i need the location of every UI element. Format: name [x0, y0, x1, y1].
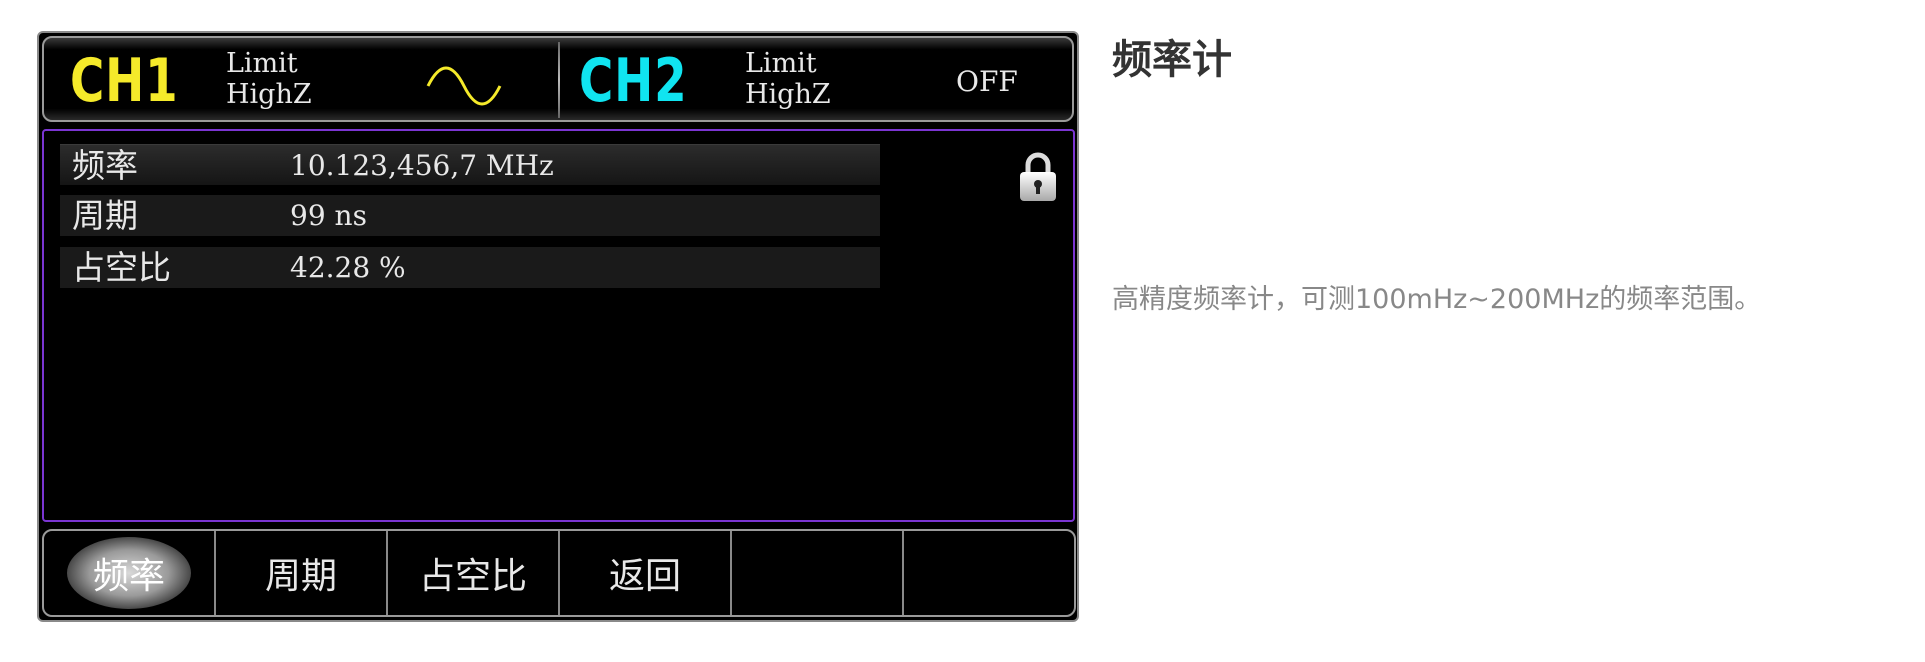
ch2-output-state: OFF — [956, 65, 1018, 98]
measurement-label: 周期 — [72, 196, 138, 235]
feature-title: 频率计 — [1112, 37, 1232, 83]
measurement-row-frequency[interactable]: 频率 10.123,456,7 MHz — [60, 144, 880, 185]
softkey-duty-cycle[interactable]: 占空比 — [388, 531, 560, 615]
ch1-limit: Limit — [226, 48, 298, 79]
measurement-value: 42.28 % — [290, 251, 406, 284]
softkey-label: 返回 — [608, 556, 681, 597]
feature-description: 高精度频率计，可测100mHz~200MHz的频率范围。 — [1112, 284, 1762, 315]
counter-panel: 频率 10.123,456,7 MHz 周期 99 ns 占空比 42.28 % — [42, 129, 1075, 522]
ch2-impedance: HighZ — [745, 79, 831, 110]
ch1-label[interactable]: CH1 — [70, 48, 178, 114]
ch2-label[interactable]: CH2 — [579, 48, 687, 114]
softkey-label: 周期 — [264, 556, 337, 597]
ch1-info: Limit HighZ — [226, 48, 312, 110]
softkey-empty-5[interactable] — [732, 531, 904, 615]
measurement-row-period[interactable]: 周期 99 ns — [60, 195, 880, 236]
ch1-impedance: HighZ — [226, 79, 312, 110]
softkey-empty-6[interactable] — [904, 531, 1074, 615]
instrument-screen: CH1 Limit HighZ CH2 Limit HighZ OFF 频率 1… — [37, 31, 1079, 622]
channel-header: CH1 Limit HighZ CH2 Limit HighZ OFF — [42, 36, 1074, 122]
ch2-info: Limit HighZ — [745, 48, 831, 110]
softkey-label: 频率 — [66, 537, 191, 609]
lock-icon — [1020, 152, 1056, 201]
ch2-limit: Limit — [745, 48, 817, 79]
softkey-period[interactable]: 周期 — [216, 531, 388, 615]
sine-wave-icon — [426, 66, 502, 106]
softkey-bar: 频率 周期 占空比 返回 — [42, 529, 1076, 617]
softkey-return[interactable]: 返回 — [560, 531, 732, 615]
measurement-value: 99 ns — [290, 199, 367, 232]
measurement-value: 10.123,456,7 MHz — [290, 149, 554, 182]
softkey-frequency[interactable]: 频率 — [44, 531, 216, 615]
measurement-label: 频率 — [72, 146, 138, 185]
softkey-label: 占空比 — [418, 556, 527, 597]
header-divider — [558, 42, 560, 118]
measurement-label: 占空比 — [72, 248, 171, 287]
measurement-row-duty-cycle[interactable]: 占空比 42.28 % — [60, 247, 880, 288]
